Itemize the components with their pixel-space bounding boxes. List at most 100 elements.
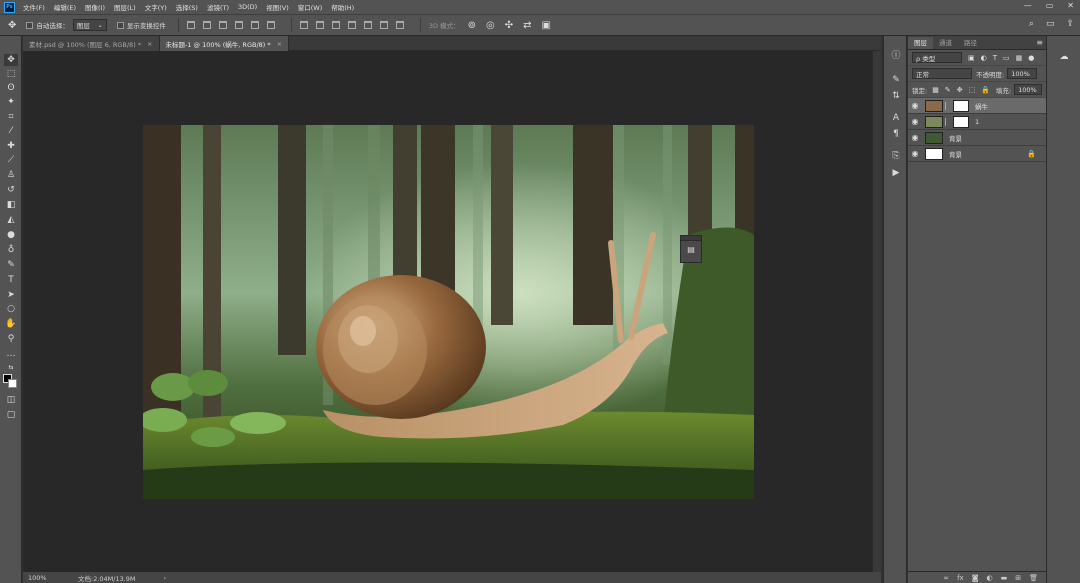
tab-paths[interactable]: 路径 — [958, 37, 983, 49]
link-layers-icon[interactable]: ∞ — [943, 574, 949, 582]
layer-name[interactable]: 1 — [975, 118, 979, 126]
tab-channels[interactable]: 通道 — [933, 37, 958, 49]
history-icon[interactable]: ⎘ — [890, 150, 902, 162]
layer-row[interactable]: ◉ 背景 — [908, 130, 1046, 146]
distribute-bottom-icon[interactable] — [331, 21, 340, 29]
distribute-vcenter-icon[interactable] — [315, 21, 324, 29]
zoom-tool-icon[interactable]: ⚲ — [4, 333, 18, 345]
magic-wand-tool-icon[interactable]: ✦ — [4, 96, 18, 108]
tab-document-2[interactable]: 未标题-1 @ 100% (蜗牛, RGB/8) * × — [159, 36, 290, 51]
layer-name[interactable]: 背景 — [949, 133, 962, 143]
dodge-tool-icon[interactable]: ♁ — [4, 244, 18, 256]
delete-layer-icon[interactable]: 🗑 — [1029, 574, 1038, 582]
layer-row[interactable]: ◉ 背景 🔒 — [908, 146, 1046, 162]
marquee-tool-icon[interactable]: ⬚ — [4, 68, 18, 80]
panel-menu-icon[interactable]: ≡ — [1036, 38, 1043, 47]
filter-toggle-icon[interactable]: ● — [1028, 54, 1034, 62]
eye-icon[interactable]: ◉ — [908, 117, 922, 126]
menu-layer[interactable]: 图层(L) — [114, 2, 136, 12]
filter-smart-object-icon[interactable]: ▦ — [1016, 54, 1023, 62]
align-hcenter-icon[interactable] — [250, 21, 259, 29]
align-vcenter-icon[interactable] — [202, 21, 211, 29]
close-icon[interactable]: ✕ — [1067, 1, 1074, 10]
move-tool-icon[interactable]: ✥ — [8, 20, 16, 31]
filter-pixel-icon[interactable]: ▣ — [968, 54, 975, 62]
menu-image[interactable]: 图像(I) — [85, 2, 105, 12]
document-canvas[interactable] — [143, 125, 754, 499]
3d-scale-icon[interactable]: ▣ — [542, 20, 551, 31]
panel-grip[interactable] — [681, 236, 701, 241]
path-selection-tool-icon[interactable]: ➤ — [4, 289, 18, 301]
zoom-level[interactable]: 100% — [28, 574, 76, 582]
tab-document-1[interactable]: 素材.psd @ 100% (图层 6, RGB/8) * × — [23, 36, 160, 51]
layer-name[interactable]: 蜗牛 — [975, 101, 988, 111]
screen-mode-icon[interactable]: ▢ — [4, 409, 18, 421]
lock-all-icon[interactable]: 🔒 — [981, 86, 990, 94]
lock-position-icon[interactable]: ✥ — [957, 86, 963, 94]
3d-slide-icon[interactable]: ⇄ — [523, 20, 531, 31]
new-layer-icon[interactable]: ⊞ — [1015, 574, 1021, 582]
menu-filter[interactable]: 滤镜(T) — [207, 2, 229, 12]
auto-select-dropdown[interactable]: 图层 ⌄ — [72, 19, 107, 31]
workspace-icon[interactable]: ▭ — [1046, 19, 1055, 29]
character-icon[interactable]: A — [890, 112, 902, 124]
3d-pan-icon[interactable]: ✣ — [505, 20, 513, 31]
align-bottom-icon[interactable] — [218, 21, 227, 29]
distribute-left-icon[interactable] — [347, 21, 356, 29]
pen-tool-icon[interactable]: ✎ — [4, 259, 18, 271]
shape-tool-icon[interactable]: ○ — [4, 303, 18, 315]
link-icon[interactable] — [945, 101, 950, 110]
layer-filter-dropdown[interactable]: ρ 类型 — [912, 52, 962, 63]
adjustments-icon[interactable]: ⇅ — [890, 90, 902, 102]
floating-panel-widget[interactable]: ▤ — [680, 235, 702, 263]
layer-mask-thumbnail[interactable] — [953, 99, 969, 112]
3d-roll-icon[interactable]: ◎ — [486, 20, 495, 31]
paragraph-icon[interactable]: ¶ — [890, 128, 902, 140]
minimize-icon[interactable]: — — [1024, 1, 1032, 10]
filter-type-icon[interactable]: T — [993, 54, 997, 62]
align-left-icon[interactable] — [234, 21, 243, 29]
healing-brush-tool-icon[interactable]: ✚ — [4, 140, 18, 152]
menu-edit[interactable]: 编辑(E) — [54, 2, 76, 12]
panel-glyph-icon[interactable]: ▤ — [681, 245, 701, 254]
search-icon[interactable]: ⌕ — [1029, 19, 1034, 29]
quick-mask-icon[interactable]: ◫ — [4, 394, 18, 406]
lock-icon[interactable]: 🔒 — [1027, 150, 1036, 158]
layer-row[interactable]: ◉ 蜗牛 — [908, 98, 1046, 114]
distribute-hcenter-icon[interactable] — [363, 21, 372, 29]
layer-mask-thumbnail[interactable] — [953, 115, 969, 128]
layer-style-icon[interactable]: fx — [957, 574, 964, 582]
libraries-icon[interactable]: ☁ — [1056, 52, 1072, 64]
new-group-icon[interactable]: ▬ — [1001, 574, 1008, 582]
menu-file[interactable]: 文件(F) — [23, 2, 45, 12]
opacity-input[interactable]: 100% — [1007, 68, 1038, 79]
filter-adjustment-icon[interactable]: ◐ — [981, 54, 987, 62]
3d-orbit-icon[interactable]: ⊚ — [468, 20, 476, 31]
brush-settings-icon[interactable]: ✎ — [890, 74, 902, 86]
link-icon[interactable] — [945, 117, 950, 126]
close-icon[interactable]: × — [277, 40, 282, 48]
eraser-tool-icon[interactable]: ◧ — [4, 199, 18, 211]
share-icon[interactable]: ⇪ — [1066, 19, 1074, 29]
menu-type[interactable]: 文字(Y) — [145, 2, 167, 12]
align-right-icon[interactable] — [266, 21, 275, 29]
eye-icon[interactable]: ◉ — [908, 149, 922, 158]
lock-image-icon[interactable]: ✎ — [945, 86, 951, 94]
auto-select-checkbox[interactable] — [26, 21, 34, 29]
brush-tool-icon[interactable]: ⟋ — [4, 154, 18, 166]
lock-artboard-icon[interactable]: ⬚ — [969, 86, 976, 94]
more-tools-icon[interactable]: … — [4, 348, 18, 360]
fill-input[interactable]: 100% — [1014, 84, 1042, 95]
canvas-workspace[interactable]: ▤ — [23, 51, 872, 572]
show-transform-checkbox[interactable] — [116, 21, 124, 29]
add-mask-icon[interactable]: ◙ — [972, 574, 979, 582]
clone-stamp-tool-icon[interactable]: ♙ — [4, 169, 18, 181]
swap-colors-icon[interactable]: ⇆ — [4, 362, 18, 374]
menu-select[interactable]: 选择(S) — [176, 2, 198, 12]
eyedropper-tool-icon[interactable]: ⁄ — [4, 125, 18, 137]
type-tool-icon[interactable]: T — [4, 274, 18, 286]
align-top-icon[interactable] — [186, 21, 195, 29]
history-brush-tool-icon[interactable]: ↺ — [4, 184, 18, 196]
maximize-icon[interactable]: ▭ — [1046, 1, 1054, 10]
menu-help[interactable]: 帮助(H) — [331, 2, 354, 12]
